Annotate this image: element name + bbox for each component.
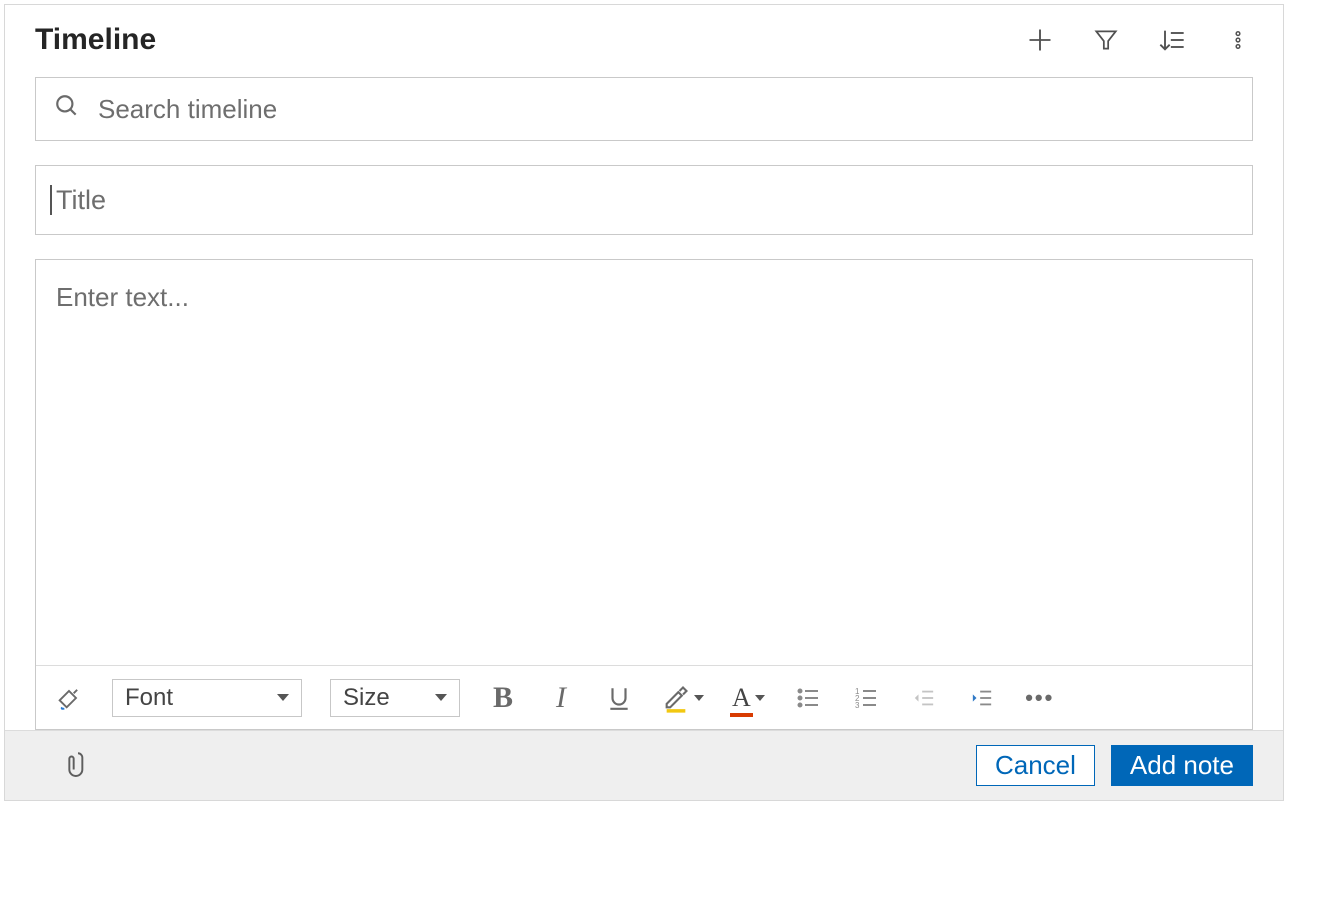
note-editor: Font Size B I (35, 259, 1253, 730)
chevron-down-icon (435, 694, 447, 701)
bulleted-list-button[interactable] (793, 683, 823, 713)
rich-text-toolbar: Font Size B I (36, 665, 1252, 729)
search-input[interactable] (96, 93, 1234, 126)
note-footer: Cancel Add note (5, 730, 1283, 800)
format-painter-button[interactable] (54, 683, 84, 713)
font-family-select[interactable]: Font (112, 679, 302, 717)
underline-button[interactable] (604, 683, 634, 713)
font-color-button[interactable]: A (732, 683, 765, 713)
chevron-down-icon (755, 695, 765, 701)
chevron-down-icon (694, 695, 704, 701)
chevron-down-icon (277, 694, 289, 701)
bold-button[interactable]: B (488, 683, 518, 713)
italic-button[interactable]: I (546, 683, 576, 713)
search-timeline-box[interactable] (35, 77, 1253, 141)
toolbar-more-button[interactable]: ••• (1025, 683, 1055, 713)
cancel-button[interactable]: Cancel (976, 745, 1095, 786)
sort-button[interactable] (1157, 25, 1187, 55)
timeline-heading: Timeline (35, 23, 156, 57)
timeline-header: Timeline (35, 23, 1253, 57)
note-title-box[interactable] (35, 165, 1253, 235)
svg-text:3: 3 (855, 701, 860, 710)
attach-file-button[interactable] (65, 746, 91, 785)
font-family-label: Font (125, 684, 173, 712)
add-note-button[interactable]: Add note (1111, 745, 1253, 786)
filter-button[interactable] (1091, 25, 1121, 55)
add-record-button[interactable] (1025, 25, 1055, 55)
search-icon (54, 93, 80, 126)
decrease-indent-button[interactable] (909, 683, 939, 713)
text-caret (50, 185, 52, 215)
header-buttons (1025, 25, 1253, 55)
body-textarea[interactable] (36, 260, 1252, 660)
more-commands-button[interactable] (1223, 25, 1253, 55)
timeline-panel: Timeline (4, 4, 1284, 801)
font-size-label: Size (343, 684, 390, 712)
highlight-color-button[interactable] (662, 683, 704, 713)
title-input[interactable] (54, 184, 1238, 217)
numbered-list-button[interactable]: 1 2 3 (851, 683, 881, 713)
font-size-select[interactable]: Size (330, 679, 460, 717)
increase-indent-button[interactable] (967, 683, 997, 713)
